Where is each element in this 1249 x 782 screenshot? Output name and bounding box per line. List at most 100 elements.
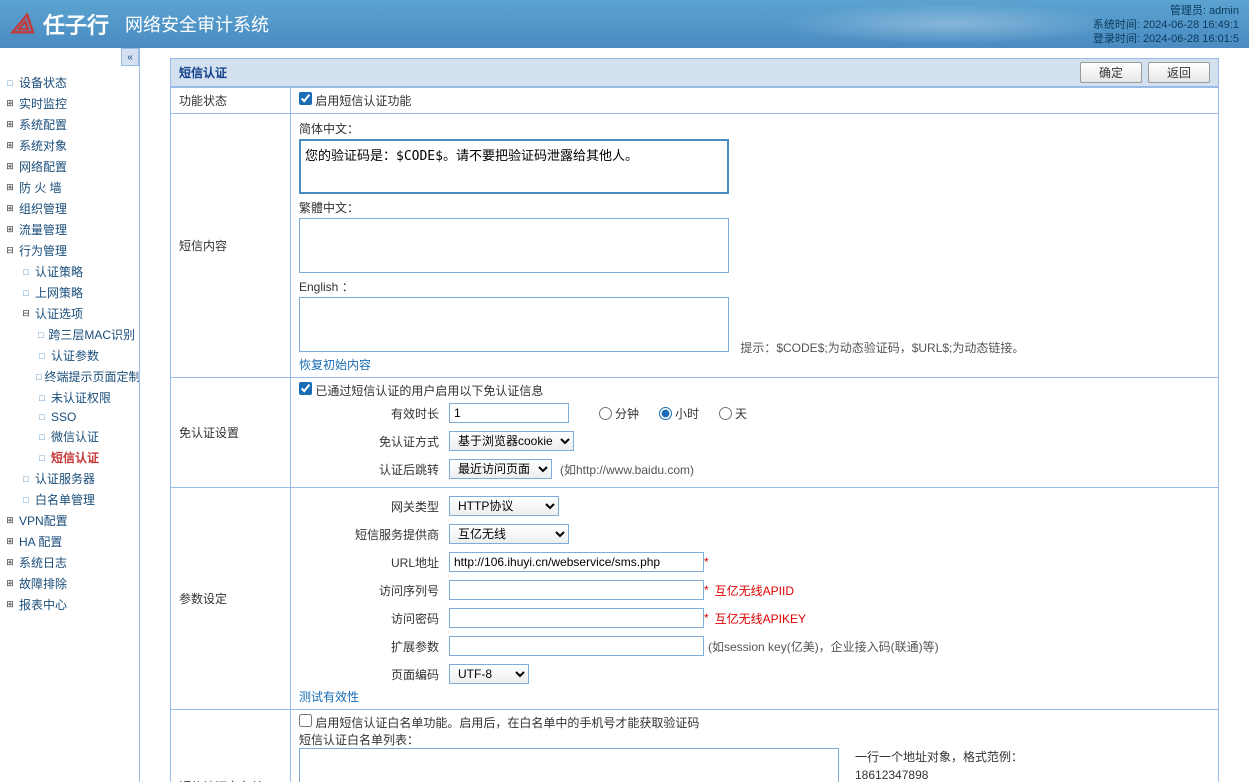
seq-input[interactable] (449, 580, 704, 600)
unit-day-radio[interactable] (719, 407, 732, 420)
leaf-icon (36, 351, 48, 361)
seq-note: 互亿无线APIID (715, 582, 794, 599)
sidebar-item-上网策略[interactable]: 上网策略 (0, 282, 139, 303)
encoding-select[interactable]: UTF-8 (449, 664, 529, 684)
gateway-type-select[interactable]: HTTP协议 (449, 496, 559, 516)
brand-text: 任子行 (43, 8, 109, 40)
sidebar-item-label: 上网策略 (35, 284, 83, 301)
sidebar-item-流量管理[interactable]: 流量管理 (0, 219, 139, 240)
sidebar-item-label: 系统对象 (19, 137, 67, 154)
pwd-input[interactable] (449, 608, 704, 628)
leaf-icon (36, 372, 41, 382)
sidebar-item-label: HA 配置 (19, 533, 62, 550)
sidebar-item-防 火 墙[interactable]: 防 火 墙 (0, 177, 139, 198)
sidebar-item-系统配置[interactable]: 系统配置 (0, 114, 139, 135)
lang-cn-label: 简体中文： (299, 120, 1210, 137)
exempt-checkbox-label[interactable]: 已通过短信认证的用户启用以下免认证信息 (299, 384, 543, 398)
sidebar-item-实时监控[interactable]: 实时监控 (0, 93, 139, 114)
valid-time-input[interactable] (449, 403, 569, 423)
test-validity-link[interactable]: 测试有效性 (299, 690, 359, 704)
sidebar-item-报表中心[interactable]: 报表中心 (0, 594, 139, 615)
leaf-icon (36, 432, 48, 442)
sms-en-textarea[interactable] (299, 297, 729, 352)
back-button[interactable]: 返回 (1148, 62, 1210, 83)
sidebar-item-短信认证[interactable]: 短信认证 (0, 447, 139, 468)
restore-default-link[interactable]: 恢复初始内容 (299, 358, 371, 372)
sidebar-item-白名单管理[interactable]: 白名单管理 (0, 489, 139, 510)
sidebar-item-跨三层MAC识别[interactable]: 跨三层MAC识别 (0, 324, 139, 345)
collapse-icon (4, 245, 16, 256)
sidebar-item-未认证权限[interactable]: 未认证权限 (0, 387, 139, 408)
whitelist-checkbox[interactable] (299, 714, 312, 727)
ok-button[interactable]: 确定 (1080, 62, 1142, 83)
sidebar-item-行为管理[interactable]: 行为管理 (0, 240, 139, 261)
sidebar-item-VPN配置[interactable]: VPN配置 (0, 510, 139, 531)
exempt-checkbox[interactable] (299, 382, 312, 395)
header-info: 管理员: admin 系统时间: 2024-06-28 16:49:1 登录时间… (1093, 4, 1239, 46)
leaf-icon (20, 288, 32, 298)
url-input[interactable] (449, 552, 704, 572)
sidebar-item-终端提示页面定制[interactable]: 终端提示页面定制 (0, 366, 139, 387)
sidebar-item-label: 白名单管理 (35, 491, 95, 508)
unit-hour-radio[interactable] (659, 407, 672, 420)
leaf-icon (36, 412, 48, 422)
whitelist-textarea[interactable] (299, 748, 839, 782)
sidebar-item-label: 流量管理 (19, 221, 67, 238)
sidebar-item-HA 配置[interactable]: HA 配置 (0, 531, 139, 552)
sidebar-collapse-button[interactable]: « (121, 48, 139, 66)
sidebar-item-label: 认证服务器 (35, 470, 95, 487)
unit-hour-radio-label[interactable]: 小时 (659, 405, 699, 422)
expand-icon (4, 536, 16, 547)
sidebar-item-SSO[interactable]: SSO (0, 408, 139, 426)
redirect-label: 认证后跳转 (299, 461, 449, 478)
unit-min-radio[interactable] (599, 407, 612, 420)
form-table: 功能状态 启用短信认证功能 短信内容 简体中文： 您的验证码是：$CODE$。请… (170, 87, 1219, 782)
unit-min-radio-label[interactable]: 分钟 (599, 405, 639, 422)
panel-title-bar: 短信认证 确定 返回 (170, 58, 1219, 87)
sidebar-item-系统日志[interactable]: 系统日志 (0, 552, 139, 573)
exempt-method-select[interactable]: 基于浏览器cookie (449, 431, 574, 451)
enable-sms-checkbox[interactable] (299, 92, 312, 105)
enable-sms-checkbox-label[interactable]: 启用短信认证功能 (299, 94, 411, 108)
provider-select[interactable]: 互亿无线 (449, 524, 569, 544)
logo-icon: ⟁ (10, 8, 35, 41)
encoding-label: 页面编码 (299, 666, 449, 683)
sidebar-item-认证选项[interactable]: 认证选项 (0, 303, 139, 324)
sidebar-item-设备状态[interactable]: 设备状态 (0, 72, 139, 93)
sidebar-item-故障排除[interactable]: 故障排除 (0, 573, 139, 594)
param-label: 参数设定 (171, 488, 291, 710)
ext-input[interactable] (449, 636, 704, 656)
redirect-hint: (如http://www.baidu.com) (560, 461, 694, 478)
expand-icon (4, 224, 16, 235)
sms-cn-textarea[interactable]: 您的验证码是：$CODE$。请不要把验证码泄露给其他人。 (299, 139, 729, 194)
leaf-icon (20, 474, 32, 484)
admin-label: 管理员: (1170, 5, 1206, 17)
admin-value: admin (1209, 5, 1239, 17)
sidebar-item-label: 实时监控 (19, 95, 67, 112)
whitelist-checkbox-text: 启用短信认证白名单功能。启用后，在白名单中的手机号才能获取验证码 (315, 716, 699, 730)
leaf-icon (36, 393, 48, 403)
lang-en-label: English ： (299, 278, 1210, 295)
sidebar-item-认证服务器[interactable]: 认证服务器 (0, 468, 139, 489)
whitelist-checkbox-label[interactable]: 启用短信认证白名单功能。启用后，在白名单中的手机号才能获取验证码 (299, 716, 699, 730)
sidebar-item-组织管理[interactable]: 组织管理 (0, 198, 139, 219)
sidebar-item-网络配置[interactable]: 网络配置 (0, 156, 139, 177)
sidebar-item-微信认证[interactable]: 微信认证 (0, 426, 139, 447)
sidebar-item-认证参数[interactable]: 认证参数 (0, 345, 139, 366)
content-hint: 提示：$CODE$;为动态验证码，$URL$;为动态链接。 (740, 341, 1024, 355)
whitelist-label: 短信认证白名单 (171, 710, 291, 782)
nav-tree: 设备状态实时监控系统配置系统对象网络配置防 火 墙组织管理流量管理行为管理认证策… (0, 68, 139, 619)
unit-day-radio-label[interactable]: 天 (719, 405, 747, 422)
leaf-icon (36, 453, 48, 463)
sidebar-item-系统对象[interactable]: 系统对象 (0, 135, 139, 156)
sms-tw-textarea[interactable] (299, 218, 729, 273)
expand-icon (4, 578, 16, 589)
logintime-value: 2024-06-28 16:01:5 (1143, 33, 1239, 45)
expand-icon (4, 98, 16, 109)
redirect-select[interactable]: 最近访问页面 (449, 459, 552, 479)
sidebar-item-label: 认证策略 (35, 263, 83, 280)
sidebar-item-label: 微信认证 (51, 428, 99, 445)
sidebar-item-认证策略[interactable]: 认证策略 (0, 261, 139, 282)
sidebar-item-label: 故障排除 (19, 575, 67, 592)
leaf-icon (20, 267, 32, 277)
